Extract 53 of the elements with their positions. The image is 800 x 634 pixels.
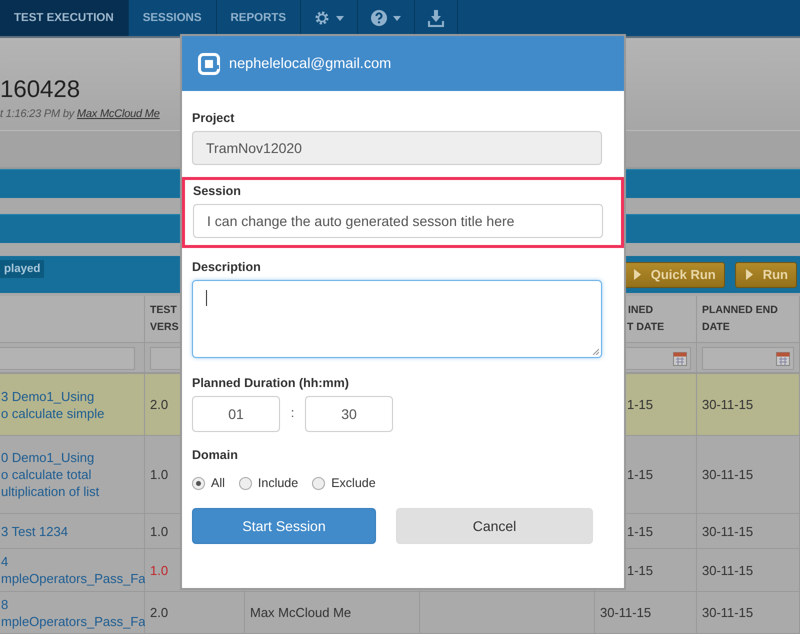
play-icon	[634, 269, 641, 280]
resize-grip-icon[interactable]	[592, 348, 599, 355]
table-cell: 1.0	[150, 524, 168, 538]
minutes-field[interactable]: 30	[305, 396, 393, 432]
gear-icon	[314, 10, 330, 26]
page-title: 160428	[0, 76, 82, 104]
table-cell: 2.0	[150, 605, 168, 620]
radio-option[interactable]: Include	[238, 476, 298, 490]
table-cell: 2.0	[150, 397, 168, 412]
caret-icon	[393, 16, 402, 20]
test-link[interactable]: 3 Test 1234	[1, 522, 68, 540]
calendar-icon	[673, 352, 687, 366]
test-link[interactable]: 0 Demo1_Using o calculate total ultiplication of list	[1, 449, 100, 500]
table-cell: 1-15	[627, 562, 654, 578]
hours-field[interactable]: 01	[192, 396, 280, 432]
help-icon	[371, 10, 388, 26]
description-field[interactable]	[192, 280, 602, 358]
table-cell: 30-11-15	[702, 397, 754, 412]
table-cell: 30-11-15	[702, 467, 754, 482]
caret-icon	[336, 16, 344, 20]
field-label: Domain	[192, 448, 239, 462]
table-cell: 30-11-15	[702, 562, 754, 578]
start-button[interactable]: Start Session	[192, 508, 376, 544]
test-link[interactable]: 4 mpleOperators_Pass_Fai	[1, 553, 148, 587]
radio-option[interactable]: All	[192, 476, 225, 490]
table-cell: 1.0	[150, 562, 168, 578]
nav-tab[interactable]: TEST EXECUTION	[0, 0, 129, 36]
download-icon	[428, 10, 444, 26]
play-icon	[746, 269, 753, 280]
table-cell: 1-15	[627, 397, 654, 412]
session-title-field[interactable]: I can change the auto generated sesson title here	[193, 204, 603, 238]
table-cell: 1-15	[627, 467, 654, 482]
table-cell: 30-11-15	[600, 605, 652, 620]
dialog-title: nephelelocal@gmail.com	[229, 56, 392, 72]
table-cell: Max McCloud Me	[250, 605, 352, 620]
table-cell: 1.0	[150, 467, 168, 482]
field-label: Description	[192, 260, 262, 274]
table-cell: 1-15	[627, 524, 654, 538]
column-header: PLANNED END DATE	[697, 296, 800, 343]
test-link[interactable]: 8 mpleOperators_Pass_Fai	[1, 596, 148, 630]
cancel-button[interactable]: Cancel	[396, 508, 593, 544]
field-label: Planned Duration (hh:mm)	[192, 376, 350, 390]
calendar-icon	[776, 352, 790, 366]
radio-option[interactable]: Exclude	[312, 476, 376, 490]
time-separator: :	[290, 404, 296, 420]
table-cell: 30-11-15	[702, 524, 754, 538]
table-cell: 30-11-15	[702, 605, 754, 620]
field-label: Project	[192, 111, 236, 125]
author-link[interactable]: Max McCloud Me	[76, 108, 160, 120]
filter-field[interactable]	[0, 347, 135, 370]
count-badge: played	[0, 260, 44, 278]
date-filter-field[interactable]	[702, 347, 794, 370]
field-label: Session	[193, 184, 242, 198]
